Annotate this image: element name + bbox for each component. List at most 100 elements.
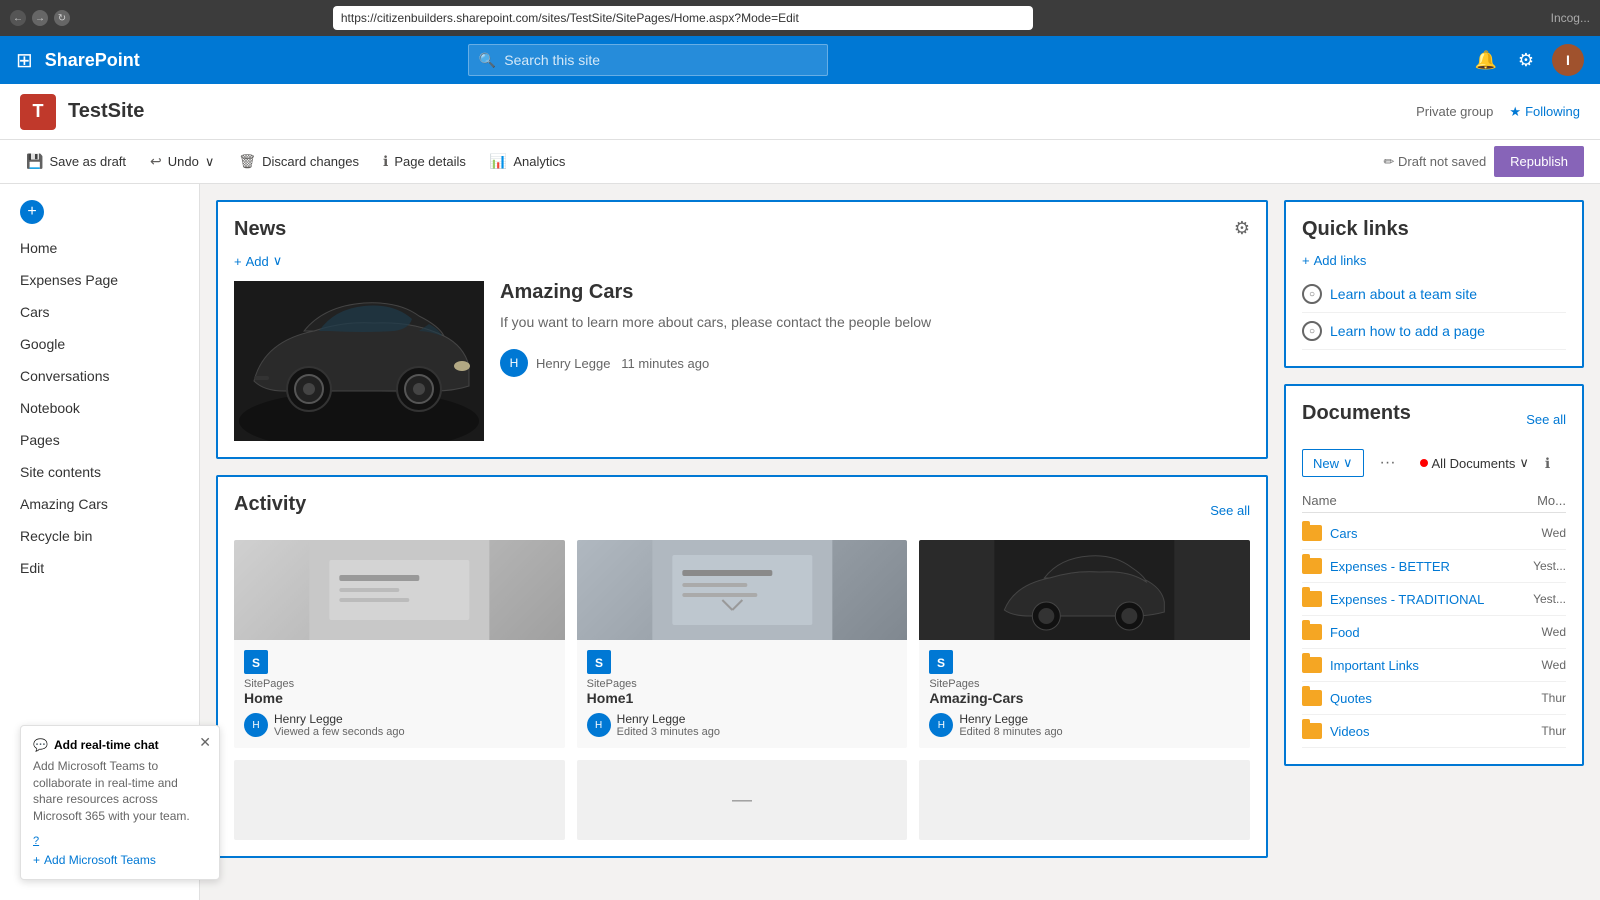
doc-row-important-links[interactable]: Important Links Wed xyxy=(1302,649,1566,682)
doc-row-expenses-trad[interactable]: Expenses - TRADITIONAL Yest... xyxy=(1302,583,1566,616)
chat-learn-more[interactable]: ? xyxy=(33,835,39,847)
add-links-button[interactable]: + Add links xyxy=(1302,253,1566,268)
nav-add-button[interactable]: + xyxy=(20,200,44,224)
analytics-icon: 📊 xyxy=(490,153,507,170)
doc-row-videos[interactable]: Videos Thur xyxy=(1302,715,1566,748)
author-name: Henry Legge xyxy=(536,356,610,371)
sitepages-icon-home1: S xyxy=(587,650,611,674)
details-icon: ℹ xyxy=(383,153,388,170)
activity-placeholder-2: — xyxy=(577,760,908,840)
topbar-right: 🔔 ⚙ I xyxy=(1472,44,1584,76)
activity-placeholder-3 xyxy=(919,760,1250,840)
doc-filter-label: All Documents xyxy=(1432,456,1516,471)
undo-button[interactable]: ↩ Undo ∨ xyxy=(140,147,224,176)
folder-icon-quotes xyxy=(1302,690,1322,706)
activity-card-home[interactable]: S SitePages Home H Henry Legge Viewed a … xyxy=(234,540,565,748)
activity-name-home: Home xyxy=(244,690,555,706)
sp-topbar: ⊞ SharePoint 🔍 Search this site 🔔 ⚙ I xyxy=(0,36,1600,84)
user-avatar[interactable]: I xyxy=(1552,44,1584,76)
chat-icon: 💬 xyxy=(33,738,48,752)
site-logo: T xyxy=(20,94,56,130)
browser-right: Incog... xyxy=(1551,11,1590,25)
nav-item-cars[interactable]: Cars xyxy=(0,296,199,328)
activity-placeholder-1 xyxy=(234,760,565,840)
nav-item-pages[interactable]: Pages xyxy=(0,424,199,456)
activity-avatar-cars: H xyxy=(929,713,953,737)
browser-controls: ← → ↻ xyxy=(10,10,70,26)
page-details-button[interactable]: ℹ Page details xyxy=(373,147,476,176)
nav-item-google[interactable]: Google xyxy=(0,328,199,360)
activity-type-home: SitePages xyxy=(244,678,555,690)
activity-time-home1: Edited 3 minutes ago xyxy=(617,726,720,738)
discard-button[interactable]: 🗑 Discard changes xyxy=(228,147,369,176)
col-modified-header: Mo... xyxy=(1537,493,1566,508)
chat-title-text: Add real-time chat xyxy=(54,738,159,752)
activity-card-amazing-cars[interactable]: S SitePages Amazing-Cars H Henry Legge E… xyxy=(919,540,1250,748)
activity-see-all[interactable]: See all xyxy=(1210,503,1250,518)
refresh-button[interactable]: ↻ xyxy=(54,10,70,26)
quicklink-item-1[interactable]: ○ Learn how to add a page xyxy=(1302,313,1566,350)
filter-dot-icon xyxy=(1420,459,1428,467)
command-bar: 💾 Save as draft ↩ Undo ∨ 🗑 Discard chang… xyxy=(0,140,1600,184)
right-column: Quick links + Add links ○ Learn about a … xyxy=(1284,200,1584,884)
activity-author-cars: Henry Legge xyxy=(959,712,1062,726)
add-teams-button[interactable]: + Add Microsoft Teams xyxy=(33,853,207,867)
nav-item-expenses[interactable]: Expenses Page xyxy=(0,264,199,296)
save-draft-button[interactable]: 💾 Save as draft xyxy=(16,147,136,176)
forward-button[interactable]: → xyxy=(32,10,48,26)
svg-text:S: S xyxy=(937,656,945,670)
activity-title: Activity xyxy=(234,493,306,516)
address-bar[interactable]: https://citizenbuilders.sharepoint.com/s… xyxy=(333,6,1033,30)
activity-time-home: Viewed a few seconds ago xyxy=(274,726,405,738)
analytics-button[interactable]: 📊 Analytics xyxy=(480,147,575,176)
doc-row-expenses-better[interactable]: Expenses - BETTER Yest... xyxy=(1302,550,1566,583)
activity-author-home: Henry Legge xyxy=(274,712,405,726)
news-section: News ⚙ + Add ∨ xyxy=(216,200,1268,459)
doc-more-button[interactable]: ··· xyxy=(1372,449,1404,477)
doc-row-food[interactable]: Food Wed xyxy=(1302,616,1566,649)
settings-icon[interactable]: ⚙ xyxy=(1512,46,1540,74)
sitepages-icon-home: S xyxy=(244,650,268,674)
news-article-title[interactable]: Amazing Cars xyxy=(500,281,1250,304)
nav-item-site-contents[interactable]: Site contents xyxy=(0,456,199,488)
following-label: Following xyxy=(1525,104,1580,119)
doc-info-icon[interactable]: ℹ xyxy=(1545,455,1550,472)
news-content: Amazing Cars If you want to learn more a… xyxy=(500,281,1250,441)
activity-card-home1[interactable]: S SitePages Home1 H Henry Legge Edited 3… xyxy=(577,540,908,748)
doc-row-quotes[interactable]: Quotes Thur xyxy=(1302,682,1566,715)
back-button[interactable]: ← xyxy=(10,10,26,26)
documents-title: Documents xyxy=(1302,402,1411,425)
search-bar[interactable]: 🔍 Search this site xyxy=(468,44,828,76)
chat-bubble: ✕ 💬 Add real-time chat Add Microsoft Tea… xyxy=(20,725,220,880)
nav-item-home[interactable]: Home xyxy=(0,232,199,264)
news-add-button[interactable]: + Add ∨ xyxy=(234,253,1250,269)
nav-item-amazing-cars[interactable]: Amazing Cars xyxy=(0,488,199,520)
globe-icon-1: ○ xyxy=(1302,321,1322,341)
news-gear-icon[interactable]: ⚙ xyxy=(1234,218,1250,239)
doc-filter[interactable]: All Documents ∨ xyxy=(1412,450,1537,476)
chat-close-button[interactable]: ✕ xyxy=(199,734,211,751)
doc-new-button[interactable]: New ∨ xyxy=(1302,449,1364,477)
doc-date-videos: Thur xyxy=(1541,724,1566,738)
documents-see-all[interactable]: See all xyxy=(1526,412,1566,427)
nav-item-recycle-bin[interactable]: Recycle bin xyxy=(0,520,199,552)
nav-item-edit[interactable]: Edit xyxy=(0,552,199,584)
activity-name-cars: Amazing-Cars xyxy=(929,690,1240,706)
chat-desc: Add Microsoft Teams to collaborate in re… xyxy=(33,758,207,825)
discard-icon: 🗑 xyxy=(238,153,256,170)
notifications-icon[interactable]: 🔔 xyxy=(1472,46,1500,74)
folder-icon-cars xyxy=(1302,525,1322,541)
nav-item-notebook[interactable]: Notebook xyxy=(0,392,199,424)
doc-date-quotes: Thur xyxy=(1541,691,1566,705)
news-image xyxy=(234,281,484,441)
doc-name-expenses-trad: Expenses - TRADITIONAL xyxy=(1330,592,1525,607)
doc-row-cars[interactable]: Cars Wed xyxy=(1302,517,1566,550)
republish-button[interactable]: Republish xyxy=(1494,146,1584,177)
quicklink-item-0[interactable]: ○ Learn about a team site xyxy=(1302,276,1566,313)
following-button[interactable]: ★ Following xyxy=(1509,104,1580,120)
waffle-icon[interactable]: ⊞ xyxy=(16,48,33,73)
doc-toolbar: New ∨ ··· All Documents ∨ ℹ xyxy=(1302,449,1566,477)
activity-type-home1: SitePages xyxy=(587,678,898,690)
nav-item-conversations[interactable]: Conversations xyxy=(0,360,199,392)
pencil-icon: ✏ xyxy=(1383,154,1394,169)
